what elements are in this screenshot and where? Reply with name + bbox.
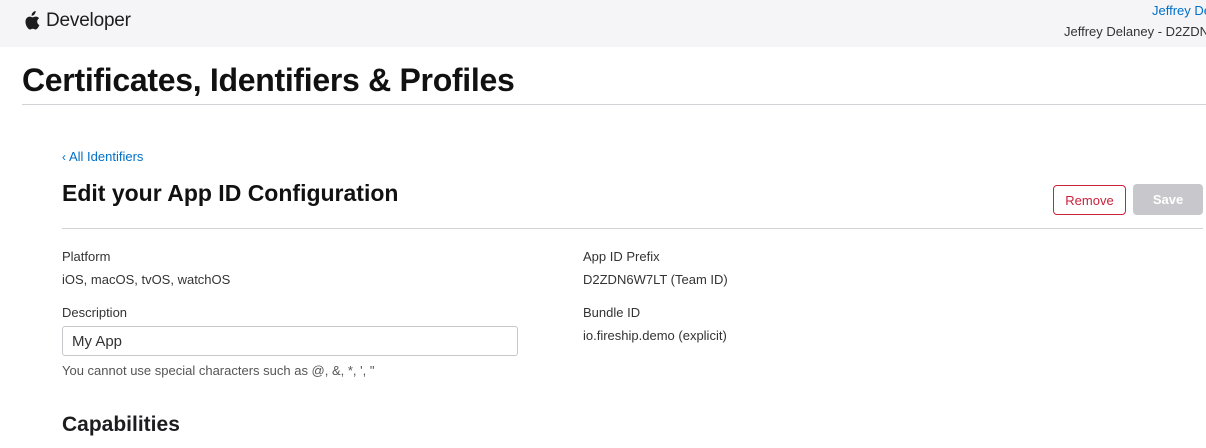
description-label: Description: [62, 305, 128, 320]
account-menu[interactable]: Jeffrey Dela Jeffrey Delaney - D2ZDN6W: [1016, 3, 1206, 41]
app-id-prefix-value: D2ZDN6W7LT (Team ID): [583, 272, 728, 287]
remove-button[interactable]: Remove: [1053, 185, 1126, 215]
section-divider: [62, 228, 1203, 229]
app-id-prefix-label: App ID Prefix: [583, 249, 660, 264]
developer-home-link[interactable]: Developer: [23, 10, 131, 32]
description-hint: You cannot use special characters such a…: [62, 363, 375, 378]
global-header: Developer Jeffrey Dela Jeffrey Delaney -…: [0, 0, 1206, 47]
chevron-left-icon: ‹: [62, 149, 66, 164]
title-divider: [22, 104, 1206, 105]
platform-value: iOS, macOS, tvOS, watchOS: [62, 272, 231, 287]
back-link-label: All Identifiers: [69, 149, 144, 164]
platform-label: Platform: [62, 249, 111, 264]
save-button[interactable]: Save: [1133, 184, 1203, 215]
page-title: Certificates, Identifiers & Profiles: [22, 62, 515, 98]
account-team-label: Jeffrey Delaney - D2ZDN6W: [1064, 24, 1206, 39]
apple-logo-icon: [23, 11, 40, 31]
account-name-link[interactable]: Jeffrey Dela: [1016, 3, 1206, 19]
bundle-id-label: Bundle ID: [583, 305, 641, 320]
brand-name: Developer: [46, 10, 131, 31]
capabilities-title: Capabilities: [62, 413, 180, 436]
back-to-identifiers-link[interactable]: ‹ All Identifiers: [62, 149, 143, 164]
description-input[interactable]: [62, 326, 518, 356]
section-title: Edit your App ID Configuration: [62, 180, 399, 206]
bundle-id-value: io.fireship.demo (explicit): [583, 328, 727, 343]
